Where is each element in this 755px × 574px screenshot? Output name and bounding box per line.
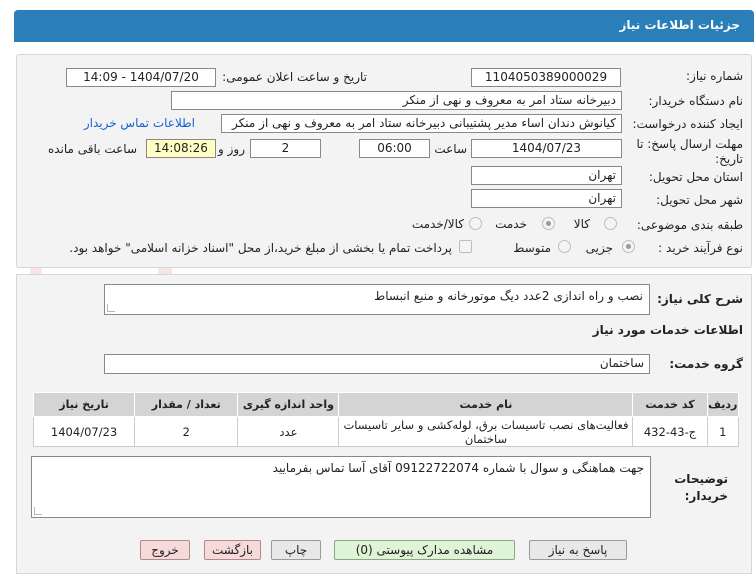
page-title: جزئیات اطلاعات نیاز bbox=[619, 18, 740, 32]
treasury-payment-note: پرداخت تمام یا بخشی از مبلغ خرید،از محل … bbox=[69, 241, 452, 255]
requester-label: ایجاد کننده درخواست: bbox=[632, 117, 743, 131]
col-unit: واحد اندازه گیری bbox=[237, 392, 340, 417]
cell-quantity: 2 bbox=[134, 416, 239, 447]
cell-service-code: ج-43-432 bbox=[632, 416, 708, 447]
col-quantity: تعداد / مقدار bbox=[134, 392, 239, 417]
summary-label: شرح کلی نیاز: bbox=[657, 292, 743, 306]
col-row: ردیف bbox=[706, 392, 739, 417]
treasury-payment-checkbox[interactable] bbox=[459, 240, 472, 253]
city-label: شهر محل تحویل: bbox=[656, 193, 743, 207]
table-row: 1 ج-43-432 فعالیت‌های نصب تاسیسات برق، ل… bbox=[32, 416, 739, 447]
summary-textarea[interactable]: نصب و راه اندازی 2عدد دیگ موتورخانه و من… bbox=[104, 284, 650, 315]
announce-field: 1404/07/20 - 14:09 bbox=[66, 68, 216, 87]
requester-field: کیانوش دندان اساء مدیر پشتیبانی دبیرخانه… bbox=[221, 114, 622, 133]
announce-label: تاریخ و ساعت اعلان عمومی: bbox=[222, 70, 367, 84]
view-attachments-button[interactable]: مشاهده مدارک پیوستی (0) bbox=[334, 540, 515, 560]
remaining-time-label: ساعت باقی مانده bbox=[47, 142, 137, 156]
process-partial-radio[interactable] bbox=[622, 240, 635, 253]
cell-row: 1 bbox=[706, 416, 739, 447]
print-button[interactable]: چاپ bbox=[271, 540, 321, 560]
summary-text: نصب و راه اندازی 2عدد دیگ موتورخانه و من… bbox=[374, 289, 643, 303]
buyer-org-label: نام دستگاه خریدار: bbox=[648, 94, 744, 108]
category-service-label: خدمت bbox=[495, 217, 527, 231]
category-goods-radio[interactable] bbox=[604, 217, 617, 230]
cell-service-name: فعالیت‌های نصب تاسیسات برق، لوله‌کشی و س… bbox=[338, 416, 634, 447]
category-goods-service-label: کالا/خدمت bbox=[411, 217, 464, 231]
reply-to-need-button[interactable]: پاسخ به نیاز bbox=[529, 540, 627, 560]
resize-grip-icon[interactable] bbox=[34, 507, 42, 515]
cell-unit: عدد bbox=[237, 416, 340, 447]
notes-label: توضیحات bbox=[674, 472, 728, 486]
need-number-label: شماره نیاز: bbox=[686, 69, 743, 83]
col-service-code: کد خدمت bbox=[632, 392, 708, 417]
buyer-org-field: دبیرخانه ستاد امر به معروف و نهی از منکر bbox=[171, 91, 622, 110]
services-heading: اطلاعات خدمات مورد نیاز bbox=[592, 323, 743, 337]
deadline-time-field: 06:00 bbox=[359, 139, 430, 158]
process-medium-radio[interactable] bbox=[558, 240, 571, 253]
days-remaining-field: 2 bbox=[250, 139, 321, 158]
back-button[interactable]: بازگشت bbox=[204, 540, 261, 560]
exit-button[interactable]: خروج bbox=[140, 540, 190, 560]
need-number-field: 1104050389000029 bbox=[471, 68, 621, 87]
deadline-time-label: ساعت bbox=[434, 142, 467, 156]
service-group-label: گروه خدمت: bbox=[669, 357, 743, 371]
col-need-date: تاریخ نیاز bbox=[32, 392, 136, 417]
buyer-notes-text: جهت هماهنگی و سوال با شماره 09122722074 … bbox=[272, 461, 644, 475]
process-partial-label: جزیی bbox=[585, 241, 613, 255]
category-goods-service-radio[interactable] bbox=[469, 217, 482, 230]
process-label: نوع فرآیند خرید : bbox=[658, 241, 743, 255]
city-field: تهران bbox=[471, 189, 622, 208]
deadline-date-field: 1404/07/23 bbox=[471, 139, 622, 158]
province-label: استان محل تحویل: bbox=[648, 170, 743, 184]
buyer-contact-link[interactable]: اطلاعات تماس خریدار bbox=[84, 116, 195, 130]
notes-label-buyer: خریدار: bbox=[684, 489, 728, 503]
category-goods-label: کالا bbox=[573, 217, 590, 231]
deadline-label: مهلت ارسال پاسخ: تا bbox=[636, 137, 743, 151]
resize-grip-icon[interactable] bbox=[107, 304, 115, 312]
col-service-name: نام خدمت bbox=[338, 392, 634, 417]
deadline-label-date: تاریخ: bbox=[715, 152, 743, 166]
province-field: تهران bbox=[471, 166, 622, 185]
services-table: ردیف کد خدمت نام خدمت واحد اندازه گیری ت… bbox=[32, 392, 739, 447]
table-header-row: ردیف کد خدمت نام خدمت واحد اندازه گیری ت… bbox=[32, 392, 739, 417]
process-medium-label: متوسط bbox=[513, 241, 551, 255]
buyer-notes-textarea[interactable]: جهت هماهنگی و سوال با شماره 09122722074 … bbox=[31, 456, 651, 518]
days-label: روز و bbox=[218, 142, 245, 156]
service-group-field: ساختمان bbox=[104, 354, 650, 374]
category-service-radio[interactable] bbox=[542, 217, 555, 230]
remaining-time-field: 14:08:26 bbox=[146, 139, 216, 158]
page-header: جزئیات اطلاعات نیاز bbox=[14, 10, 754, 42]
cell-need-date: 1404/07/23 bbox=[32, 416, 136, 447]
category-label: طبقه بندی موضوعی: bbox=[636, 218, 743, 232]
